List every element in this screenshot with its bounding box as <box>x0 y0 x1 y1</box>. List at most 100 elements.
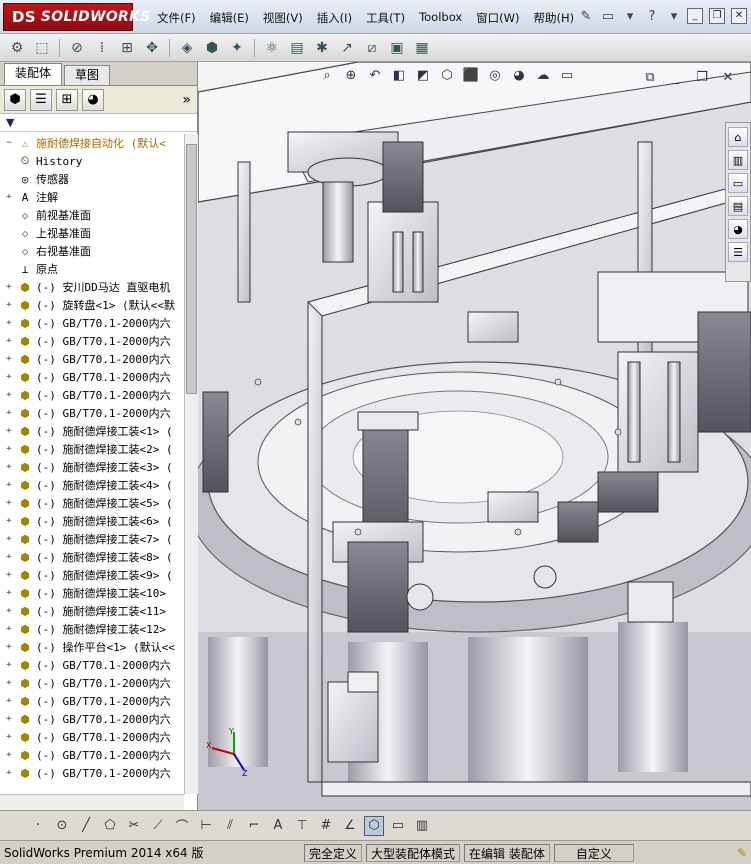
view-orientation-icon[interactable]: ⬡ <box>438 66 456 84</box>
two-view-icon[interactable]: ▥ <box>412 816 432 836</box>
tooltip-icon[interactable]: ✎ <box>733 844 751 862</box>
menu-file[interactable]: 文件(F) <box>150 8 203 28</box>
expander-icon[interactable]: + <box>4 624 14 634</box>
solidworks-logo[interactable]: DS SOLIDWORKS <box>3 3 150 31</box>
menu-view[interactable]: 视图(V) <box>256 8 310 28</box>
expander-icon[interactable]: + <box>4 426 14 436</box>
tree-item[interactable]: ⏲ History <box>0 152 184 170</box>
reference-geometry-icon[interactable]: ✦ <box>226 37 248 59</box>
tree-item[interactable]: + ⬢ (-) 施耐德焊接工装<4> ( <box>0 476 184 494</box>
menu-toolbox[interactable]: Toolbox <box>412 8 469 28</box>
dropdown-arrow-icon[interactable]: ▾ <box>621 6 639 26</box>
tree-item[interactable]: + ⬢ (-) GB/T70.1-2000内六 <box>0 404 184 422</box>
scrollbar-thumb[interactable] <box>186 144 197 394</box>
expander-icon[interactable]: + <box>4 642 14 652</box>
close-doc-icon[interactable]: ✕ <box>719 68 737 86</box>
tree-item[interactable]: + ⬢ (-) GB/T70.1-2000内六 <box>0 710 184 728</box>
linear-pattern-icon[interactable]: ⁞ <box>91 37 113 59</box>
tree-item[interactable]: + ⬢ (-) 施耐德焊接工装<1> ( <box>0 422 184 440</box>
restore-icon[interactable]: ❐ <box>709 8 725 24</box>
expander-icon[interactable]: + <box>4 714 14 724</box>
expander-icon[interactable]: + <box>4 534 14 544</box>
circle-icon[interactable]: ⊙ <box>52 816 72 836</box>
tree-item[interactable]: + ⬢ (-) 施耐德焊接工装<5> ( <box>0 494 184 512</box>
expander-icon[interactable]: + <box>4 282 14 292</box>
tab-assembly[interactable]: 装配体 <box>4 63 63 85</box>
expander-icon[interactable]: + <box>4 750 14 760</box>
expander-icon[interactable]: + <box>4 516 14 526</box>
close-icon[interactable]: ✕ <box>731 8 747 24</box>
menu-edit[interactable]: 编辑(E) <box>203 8 256 28</box>
tree-item[interactable]: + ⬢ (-) GB/T70.1-2000内六 <box>0 764 184 782</box>
tree-item[interactable]: + ⬢ (-) 施耐德焊接工装<11> <box>0 602 184 620</box>
display-style-icon[interactable]: ⬛ <box>462 66 480 84</box>
tree-item[interactable]: + ⬢ (-) GB/T70.1-2000内六 <box>0 350 184 368</box>
expander-icon[interactable]: + <box>4 192 14 202</box>
tree-vertical-scrollbar[interactable] <box>184 134 198 794</box>
expander-icon[interactable]: + <box>4 678 14 688</box>
expander-icon[interactable]: + <box>4 660 14 670</box>
corner-rectangle-icon[interactable]: ⌐ <box>244 816 264 836</box>
zoom-to-fit-icon[interactable]: ⌕ <box>318 66 336 84</box>
expander-icon[interactable]: + <box>4 372 14 382</box>
dropdown-arrow-icon[interactable]: ▾ <box>665 6 683 26</box>
solidworks-resources-icon[interactable]: ⌂ <box>728 127 748 147</box>
angle-icon[interactable]: ∠ <box>340 816 360 836</box>
tree-item[interactable]: + ⬢ (-) GB/T70.1-2000内六 <box>0 656 184 674</box>
apply-scene-icon[interactable]: ☁ <box>534 66 552 84</box>
units-selector[interactable]: 自定义 <box>553 843 634 862</box>
trim-icon[interactable]: ✂ <box>124 816 144 836</box>
hole-alignment-icon[interactable]: ▦ <box>411 37 433 59</box>
tree-item[interactable]: ◇ 右视基准面 <box>0 242 184 260</box>
tree-item[interactable]: + ⬢ (-) 安川DD马达 直驱电机 <box>0 278 184 296</box>
tree-item[interactable]: + ⬢ (-) 施耐德焊接工装<9> ( <box>0 566 184 584</box>
section-view-icon[interactable]: ◧ <box>390 66 408 84</box>
centerline-icon[interactable]: ⟋ <box>148 816 168 836</box>
tree-item[interactable]: ◎ 传感器 <box>0 170 184 188</box>
mate-icon[interactable]: ⊘ <box>66 37 88 59</box>
tree-item[interactable]: + ⬢ (-) GB/T70.1-2000内六 <box>0 692 184 710</box>
menu-help[interactable]: 帮助(H) <box>527 8 582 28</box>
restore-doc-icon[interactable]: ❐ <box>693 68 711 86</box>
menu-window[interactable]: 窗口(W) <box>469 8 526 28</box>
expander-icon[interactable]: + <box>4 570 14 580</box>
previous-view-icon[interactable]: ↶ <box>366 66 384 84</box>
minimize-doc-icon[interactable]: _ <box>667 68 685 86</box>
expander-icon[interactable]: + <box>4 696 14 706</box>
expander-icon[interactable]: − <box>4 138 14 148</box>
line-icon[interactable]: ╱ <box>76 816 96 836</box>
explode-line-sketch-icon[interactable]: ↗ <box>336 37 358 59</box>
tree-item[interactable]: + A 注解 <box>0 188 184 206</box>
tree-item[interactable]: + ⬢ (-) 旋转盘<1> (默认<<默 <box>0 296 184 314</box>
move-component-icon[interactable]: ✥ <box>141 37 163 59</box>
expander-icon[interactable]: + <box>4 336 14 346</box>
expander-icon[interactable]: + <box>4 606 14 616</box>
tree-item[interactable]: + ⬢ (-) 施耐德焊接工装<12> <box>0 620 184 638</box>
view-settings-icon[interactable]: ▭ <box>558 66 576 84</box>
menu-insert[interactable]: 插入(I) <box>310 8 359 28</box>
insert-component-icon[interactable]: ⬚ <box>31 37 53 59</box>
tile-icon[interactable]: ⧉ <box>641 68 659 86</box>
offset-icon[interactable]: ⫽ <box>220 816 240 836</box>
tree-item[interactable]: + ⬢ (-) 施耐德焊接工装<2> ( <box>0 440 184 458</box>
menu-tools[interactable]: 工具(T) <box>359 8 412 28</box>
tree-item[interactable]: + ⬢ (-) 施耐德焊接工装<7> ( <box>0 530 184 548</box>
expander-icon[interactable]: + <box>4 768 14 778</box>
tree-root-assembly[interactable]: − ⚠ 施耐德焊接自动化 (默认< <box>0 134 184 152</box>
featuremanager-tree-icon[interactable]: ⬢ <box>4 88 26 111</box>
assembly-model-render[interactable] <box>198 62 751 810</box>
expander-icon[interactable]: + <box>4 552 14 562</box>
custom-properties-icon[interactable]: ☰ <box>728 242 748 262</box>
tree-item[interactable]: + ⬢ (-) 施耐德焊接工装<8> ( <box>0 548 184 566</box>
tree-item[interactable]: + ⬢ (-) 施耐德焊接工装<3> ( <box>0 458 184 476</box>
smart-dimension-icon[interactable]: ⊢ <box>196 816 216 836</box>
new-document-icon[interactable]: ▭ <box>599 6 617 26</box>
help-icon[interactable]: ? <box>643 6 661 26</box>
appearances-scenes-icon[interactable]: ◕ <box>728 219 748 239</box>
tree-item[interactable]: + ⬢ (-) GB/T70.1-2000内六 <box>0 728 184 746</box>
tab-sketch[interactable]: 草图 <box>64 65 111 85</box>
bill-of-materials-icon[interactable]: ▤ <box>286 37 308 59</box>
expander-icon[interactable]: + <box>4 408 14 418</box>
tree-horizontal-scrollbar[interactable] <box>0 794 184 810</box>
tree-item[interactable]: ◇ 前视基准面 <box>0 206 184 224</box>
